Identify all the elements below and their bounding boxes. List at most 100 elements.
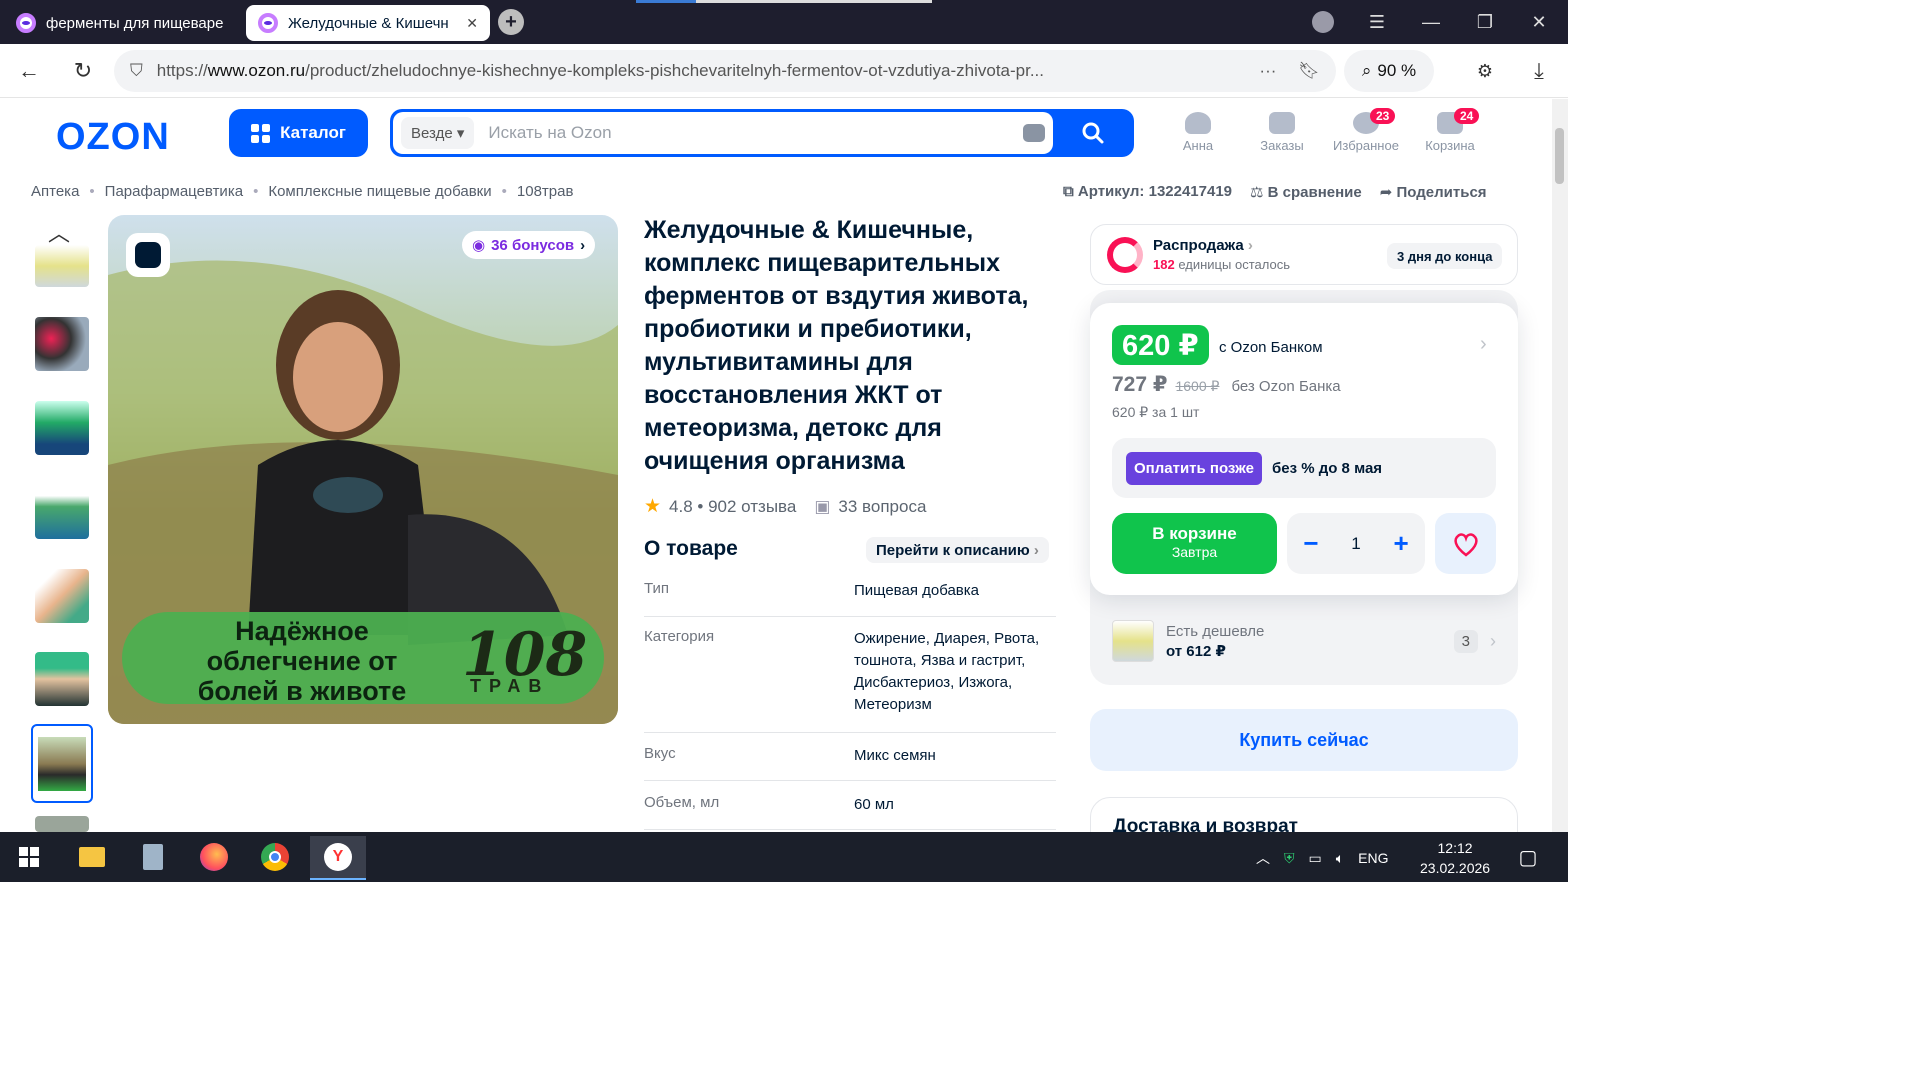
gallery-thumbnail-selected[interactable] [31,724,93,803]
page-scrollbar[interactable] [1552,99,1568,832]
sale-remaining-count: 182 [1153,257,1175,272]
property-row: Категория Ожирение, Диарея, Рвота, тошно… [644,628,1056,733]
yandex-browser-icon[interactable]: Y [310,836,366,880]
breadcrumb-item[interactable]: Парафармацевтика [105,183,243,200]
property-row: Объем, мл 60 мл [644,794,1056,830]
header-cart[interactable]: 24 Корзина [1410,108,1490,153]
reload-icon[interactable]: ↻ [68,56,98,86]
close-tab-icon[interactable]: ✕ [466,15,478,32]
in-cart-button[interactable]: В корзине Завтра [1112,513,1277,574]
gallery-thumbnail[interactable] [35,569,89,623]
property-key: Тип [644,580,670,597]
quantity-value: 1 [1351,533,1361,553]
gallery-thumbnail[interactable] [35,317,89,371]
breadcrumb-item[interactable]: Комплексные пищевые добавки [268,183,491,200]
chevron-up-icon[interactable]: ︿ [1256,848,1270,868]
tab-product[interactable]: Желудочные & Кишечн ✕ [246,5,490,41]
notifications-icon[interactable]: ▢ [1508,838,1548,876]
minimize-window-icon[interactable]: — [1416,8,1446,36]
in-cart-sub: Завтра [1171,544,1218,560]
about-heading: О товаре [644,537,738,560]
pay-later-button[interactable]: Оплатить позже [1126,451,1262,485]
bank-price-label: с Ozon Банком [1219,339,1323,356]
gallery-thumbnail[interactable] [35,245,89,287]
calculator-icon[interactable] [133,838,173,876]
url-prefix: https:// [156,61,208,80]
unit-price: 620 ₽ за 1 шт [1112,404,1200,420]
price-chevron-icon[interactable]: › [1480,333,1487,356]
extensions-icon[interactable]: ⚙ [1470,56,1500,86]
share-button[interactable]: ➦ Поделиться [1380,183,1487,201]
system-clock[interactable]: 12:12 23.02.2026 [1420,838,1490,878]
sale-banner[interactable]: Распродажа › 182 единицы осталось 3 дня … [1090,224,1518,285]
thumbs-up-arrow-icon[interactable]: ︿ [48,216,70,248]
page-scrollbar-thumb[interactable] [1555,128,1564,184]
tab-title: ферменты для пищеваре [46,14,224,32]
language-indicator[interactable]: ENG [1358,850,1388,866]
network-icon[interactable]: ▭ [1309,850,1322,867]
sale-remaining: 182 единицы осталось [1153,257,1290,272]
pay-later-text: без % до 8 мая [1271,459,1383,477]
firefox-icon[interactable] [194,838,234,876]
breadcrumb: Аптека • Парафармацевтика • Комплексные пи… [31,183,574,200]
buy-now-button[interactable]: Купить сейчас [1090,709,1518,771]
chevron-right-icon: › [1033,541,1039,559]
close-window-icon[interactable]: ✕ [1524,8,1554,36]
breadcrumb-item[interactable]: Аптека [31,183,79,200]
box-icon [1269,112,1295,134]
back-icon[interactable]: ← [14,56,44,86]
pay-later-block[interactable]: Оплатить позже без % до 8 мая [1112,438,1496,498]
browser-menu-icon[interactable]: ☰ [1362,8,1392,36]
zoom-search-icon: ⌕ [1361,61,1372,80]
decrease-quantity-button[interactable]: − [1303,528,1318,559]
more-icon[interactable]: ··· [1259,61,1276,81]
chrome-icon[interactable] [255,838,295,876]
restore-window-icon[interactable]: ❐ [1470,8,1500,36]
url-field[interactable]: ⛉ https://www.ozon.ru/product/zheludochn… [114,50,1336,92]
header-user[interactable]: Анна [1158,112,1238,153]
property-value: Ожирение, Диарея, Рвота, тошнота, Язва и… [854,630,1040,713]
compare-label: В сравнение [1267,184,1362,201]
new-tab-button[interactable]: + [498,9,524,35]
download-icon[interactable]: ⤓ [1524,56,1554,86]
file-explorer-icon[interactable] [72,838,112,876]
tab-title: Желудочные & Кишечн [288,14,449,32]
browser-profile-avatar[interactable] [1312,11,1334,33]
search-input[interactable]: Искать на Ozon [488,123,1023,143]
volume-icon[interactable]: 🔈︎ [1336,850,1344,867]
url-host: www.ozon.ru [207,61,306,80]
gallery-thumbnail[interactable] [35,401,89,455]
selected-thumbnail-image [38,737,86,791]
windows-start-icon[interactable] [9,838,49,876]
cheaper-offers[interactable]: Есть дешевле от 612 ₽ 3 › [1112,617,1496,665]
header-favorites[interactable]: 23 Избранное [1326,108,1406,153]
camera-search-icon[interactable] [1023,124,1045,142]
gallery-thumbnail[interactable] [35,652,89,706]
reviews-link[interactable]: 4.8 • 902 отзыва [669,497,796,517]
ozon-favicon-icon [16,13,36,33]
security-shield-icon[interactable]: ⛨ [1284,850,1295,867]
bookmark-icon[interactable]: 🔖︎ [1298,61,1320,81]
search-button[interactable] [1052,109,1134,157]
gallery-thumbnail[interactable] [35,485,89,539]
zoom-control[interactable]: ⌕ 90 % [1344,50,1434,92]
visual-search-button[interactable] [126,233,170,277]
go-to-description-button[interactable]: Перейти к описанию › [866,537,1049,563]
add-to-favorites-button[interactable] [1435,513,1496,574]
clock-time: 12:12 [1437,840,1473,856]
breadcrumb-item[interactable]: 108трав [517,183,574,200]
sale-timer-icon [1107,237,1143,273]
site-info-icon[interactable]: ⛉ [130,61,143,81]
tab-ferments-search[interactable]: ферменты для пищеваре [4,5,240,41]
sku-copy[interactable]: ⧉ Артикул: 1322417419 [1063,183,1232,201]
product-title: Желудочные & Кишечные, комплекс пищевари… [644,216,1029,475]
ozon-logo[interactable]: OZON [56,116,170,159]
catalog-button[interactable]: Каталог [229,109,368,157]
compare-button[interactable]: ⚖ В сравнение [1250,183,1362,201]
header-orders[interactable]: Заказы [1242,112,1322,153]
questions-link[interactable]: 33 вопроса [838,497,926,517]
bonus-badge[interactable]: ◉ 36 бонусов › [462,231,596,259]
gallery-thumbnail[interactable] [35,816,89,832]
search-scope-select[interactable]: Везде ▾ [401,117,475,149]
increase-quantity-button[interactable]: + [1393,528,1408,559]
